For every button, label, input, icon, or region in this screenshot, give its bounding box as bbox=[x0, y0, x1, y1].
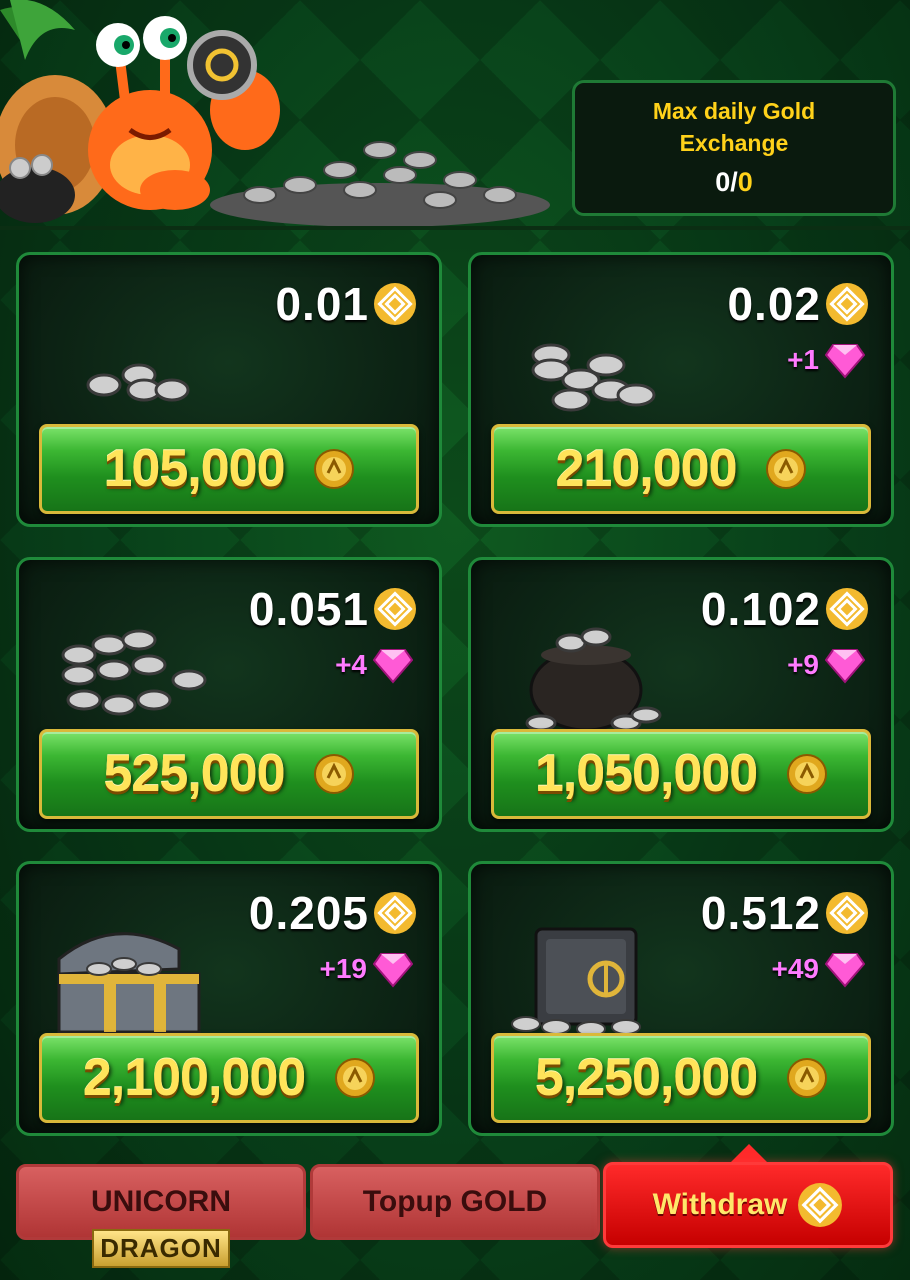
package-card-1: 0.01 105,000 bbox=[16, 252, 442, 527]
gold-amount: 210,000 bbox=[555, 440, 738, 498]
max-daily-exchange-label: Max daily Gold Exchange bbox=[652, 98, 816, 156]
gold-coin-icon bbox=[314, 449, 355, 489]
gold-amount: 5,250,000 bbox=[534, 1049, 758, 1107]
package-price: 0.102 bbox=[700, 583, 821, 635]
buy-gold-button[interactable]: 5,250,000 bbox=[491, 1033, 871, 1123]
buy-gold-button[interactable]: 525,000 bbox=[39, 729, 419, 819]
bonus-row: +9 bbox=[787, 646, 865, 684]
gold-amount: 2,100,000 bbox=[82, 1049, 306, 1107]
package-card-2: 0.02 +1 210,000 bbox=[468, 252, 894, 527]
gold-amount: 525,000 bbox=[103, 745, 286, 803]
bnb-coin-icon bbox=[798, 1183, 843, 1227]
gold-coin-icon bbox=[335, 1058, 376, 1098]
gem-bonus: +4 bbox=[335, 649, 367, 680]
coins-pile-image bbox=[531, 343, 656, 412]
buy-gold-button[interactable]: 2,100,000 bbox=[39, 1033, 419, 1123]
gold-coin-icon bbox=[787, 754, 828, 794]
package-price: 0.512 bbox=[700, 887, 821, 939]
coin-pot-image bbox=[525, 627, 662, 732]
gem-bonus: +19 bbox=[319, 953, 368, 984]
coins-stacks-image bbox=[61, 629, 207, 716]
tab-withdraw[interactable]: Withdraw bbox=[603, 1162, 893, 1248]
price-row: 0.02 bbox=[727, 277, 869, 331]
tab-unicorn-dragon[interactable]: UNICORN DRAGON bbox=[16, 1164, 306, 1268]
bonus-row: +4 bbox=[335, 646, 413, 684]
price-row: 0.512 bbox=[701, 886, 869, 940]
max-daily-exchange-value: 0/0 bbox=[575, 167, 893, 198]
pink-gem-icon bbox=[825, 953, 865, 988]
pink-gem-icon bbox=[373, 953, 413, 988]
gold-coin-icon bbox=[766, 449, 807, 489]
pink-gem-icon bbox=[825, 649, 865, 684]
gem-bonus: +9 bbox=[787, 649, 819, 680]
gem-bonus: +49 bbox=[771, 953, 820, 984]
bonus-row: +19 bbox=[319, 950, 413, 988]
buy-gold-button[interactable]: 105,000 bbox=[39, 424, 419, 514]
coins-small-image bbox=[86, 363, 190, 402]
buy-gold-button[interactable]: 210,000 bbox=[491, 424, 871, 514]
gem-bonus: +1 bbox=[787, 344, 819, 375]
package-price: 0.01 bbox=[275, 278, 369, 330]
package-card-5: 0.205 +19 2,100,000 bbox=[16, 861, 442, 1136]
tab-withdraw-label: Withdraw bbox=[652, 1188, 788, 1221]
price-row: 0.205 bbox=[249, 886, 417, 940]
crab-mascot-banner bbox=[0, 0, 550, 227]
bottom-tab-bar: UNICORN DRAGON Topup GOLD Withdraw bbox=[0, 1144, 910, 1280]
gold-amount: 105,000 bbox=[103, 440, 286, 498]
bnb-coin-icon bbox=[826, 892, 868, 934]
bnb-coin-icon bbox=[374, 892, 416, 934]
bonus-row: +1 bbox=[787, 341, 865, 379]
price-row: 0.051 bbox=[249, 582, 417, 636]
tab-topup-label: Topup GOLD bbox=[362, 1185, 548, 1218]
gold-coin-icon bbox=[314, 754, 355, 794]
bnb-coin-icon bbox=[374, 283, 416, 325]
buy-gold-button[interactable]: 1,050,000 bbox=[491, 729, 871, 819]
max-daily-exchange-panel: Max daily Gold Exchange 0/0 bbox=[572, 80, 896, 216]
price-row: 0.102 bbox=[701, 582, 869, 636]
gold-amount: 1,050,000 bbox=[534, 745, 758, 803]
package-card-3: 0.051 +4 525,000 bbox=[16, 557, 442, 832]
header-divider bbox=[0, 226, 910, 230]
active-tab-indicator bbox=[731, 1144, 767, 1162]
package-price: 0.051 bbox=[248, 583, 369, 635]
package-card-6: 0.512 +49 5,250,000 bbox=[468, 861, 894, 1136]
max-daily-used: 0/ bbox=[715, 167, 738, 197]
bnb-coin-icon bbox=[374, 588, 416, 630]
header: Max daily Gold Exchange 0/0 bbox=[0, 0, 910, 228]
tab-unicorn-label: UNICORN bbox=[91, 1185, 231, 1218]
price-row: 0.01 bbox=[275, 277, 417, 331]
dragon-badge: DRAGON bbox=[92, 1229, 230, 1268]
tab-topup-gold[interactable]: Topup GOLD bbox=[310, 1164, 600, 1240]
treasure-chest-image bbox=[57, 932, 201, 1034]
max-daily-limit: 0 bbox=[737, 167, 753, 197]
package-price: 0.205 bbox=[248, 887, 369, 939]
pink-gem-icon bbox=[825, 344, 865, 379]
gold-coin-icon bbox=[787, 1058, 828, 1098]
package-card-4: 0.102 +9 1,050,000 bbox=[468, 557, 894, 832]
bnb-coin-icon bbox=[826, 588, 868, 630]
bnb-coin-icon bbox=[826, 283, 868, 325]
pink-gem-icon bbox=[373, 649, 413, 684]
vault-safe-image bbox=[511, 927, 641, 1037]
package-price: 0.02 bbox=[727, 278, 821, 330]
bonus-row: +49 bbox=[771, 950, 865, 988]
